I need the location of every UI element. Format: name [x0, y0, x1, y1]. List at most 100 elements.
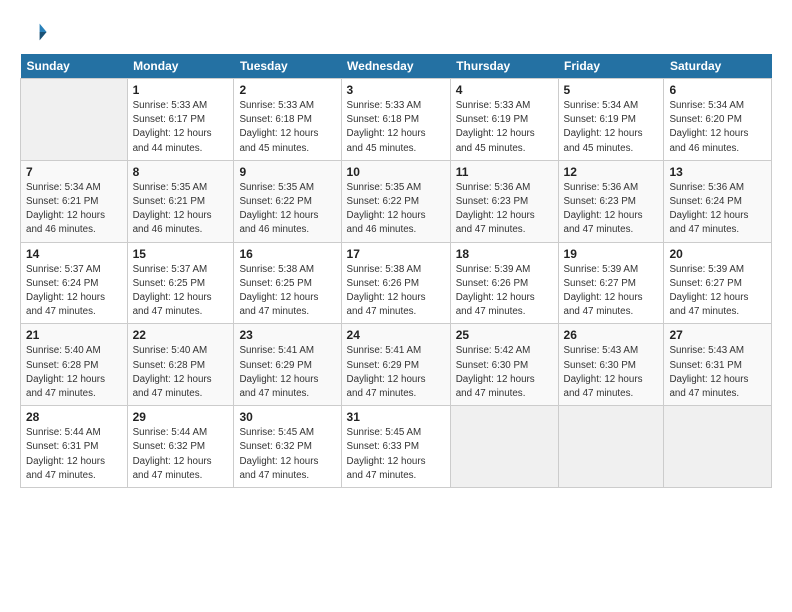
day-number: 16 — [239, 247, 335, 261]
day-number: 31 — [347, 410, 445, 424]
day-info: Sunrise: 5:41 AM Sunset: 6:29 PM Dayligh… — [239, 344, 335, 401]
day-cell — [21, 79, 128, 161]
day-number: 8 — [133, 165, 229, 179]
day-info: Sunrise: 5:37 AM Sunset: 6:24 PM Dayligh… — [26, 263, 122, 320]
day-cell: 31 Sunrise: 5:45 AM Sunset: 6:33 PM Dayli… — [341, 406, 450, 488]
day-info: Sunrise: 5:33 AM Sunset: 6:18 PM Dayligh… — [239, 99, 335, 156]
logo — [20, 18, 52, 46]
day-cell: 13 Sunrise: 5:36 AM Sunset: 6:24 PM Dayli… — [664, 160, 772, 242]
header — [20, 18, 772, 46]
day-number: 19 — [564, 247, 659, 261]
day-cell: 1 Sunrise: 5:33 AM Sunset: 6:17 PM Daylig… — [127, 79, 234, 161]
day-info: Sunrise: 5:33 AM Sunset: 6:18 PM Dayligh… — [347, 99, 445, 156]
day-info: Sunrise: 5:36 AM Sunset: 6:24 PM Dayligh… — [669, 181, 766, 238]
day-cell: 5 Sunrise: 5:34 AM Sunset: 6:19 PM Daylig… — [558, 79, 664, 161]
day-number: 1 — [133, 83, 229, 97]
day-cell: 25 Sunrise: 5:42 AM Sunset: 6:30 PM Dayli… — [450, 324, 558, 406]
day-number: 28 — [26, 410, 122, 424]
week-row-3: 14 Sunrise: 5:37 AM Sunset: 6:24 PM Dayli… — [21, 242, 772, 324]
day-info: Sunrise: 5:45 AM Sunset: 6:32 PM Dayligh… — [239, 426, 335, 483]
day-number: 15 — [133, 247, 229, 261]
day-number: 7 — [26, 165, 122, 179]
day-info: Sunrise: 5:36 AM Sunset: 6:23 PM Dayligh… — [564, 181, 659, 238]
day-info: Sunrise: 5:35 AM Sunset: 6:21 PM Dayligh… — [133, 181, 229, 238]
day-info: Sunrise: 5:39 AM Sunset: 6:27 PM Dayligh… — [564, 263, 659, 320]
day-cell: 15 Sunrise: 5:37 AM Sunset: 6:25 PM Dayli… — [127, 242, 234, 324]
day-info: Sunrise: 5:35 AM Sunset: 6:22 PM Dayligh… — [347, 181, 445, 238]
day-number: 27 — [669, 328, 766, 342]
day-cell: 9 Sunrise: 5:35 AM Sunset: 6:22 PM Daylig… — [234, 160, 341, 242]
day-info: Sunrise: 5:39 AM Sunset: 6:26 PM Dayligh… — [456, 263, 553, 320]
day-cell: 23 Sunrise: 5:41 AM Sunset: 6:29 PM Dayli… — [234, 324, 341, 406]
day-cell: 2 Sunrise: 5:33 AM Sunset: 6:18 PM Daylig… — [234, 79, 341, 161]
day-cell: 22 Sunrise: 5:40 AM Sunset: 6:28 PM Dayli… — [127, 324, 234, 406]
day-info: Sunrise: 5:40 AM Sunset: 6:28 PM Dayligh… — [26, 344, 122, 401]
day-cell: 20Sunrise: 5:39 AM Sunset: 6:27 PM Dayli… — [664, 242, 772, 324]
day-cell: 18 Sunrise: 5:39 AM Sunset: 6:26 PM Dayli… — [450, 242, 558, 324]
day-cell: 30 Sunrise: 5:45 AM Sunset: 6:32 PM Dayli… — [234, 406, 341, 488]
day-number: 13 — [669, 165, 766, 179]
day-cell: 11 Sunrise: 5:36 AM Sunset: 6:23 PM Dayli… — [450, 160, 558, 242]
day-number: 21 — [26, 328, 122, 342]
day-cell: 10 Sunrise: 5:35 AM Sunset: 6:22 PM Dayli… — [341, 160, 450, 242]
day-number: 22 — [133, 328, 229, 342]
day-cell: 6Sunrise: 5:34 AM Sunset: 6:20 PM Daylig… — [664, 79, 772, 161]
day-info: Sunrise: 5:39 AM Sunset: 6:27 PM Dayligh… — [669, 263, 766, 320]
day-cell: 14 Sunrise: 5:37 AM Sunset: 6:24 PM Dayli… — [21, 242, 128, 324]
header-cell-monday: Monday — [127, 54, 234, 79]
day-number: 4 — [456, 83, 553, 97]
day-info: Sunrise: 5:41 AM Sunset: 6:29 PM Dayligh… — [347, 344, 445, 401]
week-row-4: 21 Sunrise: 5:40 AM Sunset: 6:28 PM Dayli… — [21, 324, 772, 406]
day-info: Sunrise: 5:36 AM Sunset: 6:23 PM Dayligh… — [456, 181, 553, 238]
day-number: 12 — [564, 165, 659, 179]
week-row-2: 7 Sunrise: 5:34 AM Sunset: 6:21 PM Daylig… — [21, 160, 772, 242]
calendar-table: SundayMondayTuesdayWednesdayThursdayFrid… — [20, 54, 772, 488]
day-number: 29 — [133, 410, 229, 424]
day-cell: 19 Sunrise: 5:39 AM Sunset: 6:27 PM Dayli… — [558, 242, 664, 324]
day-number: 25 — [456, 328, 553, 342]
page: SundayMondayTuesdayWednesdayThursdayFrid… — [0, 0, 792, 498]
header-cell-thursday: Thursday — [450, 54, 558, 79]
day-number: 18 — [456, 247, 553, 261]
day-info: Sunrise: 5:33 AM Sunset: 6:17 PM Dayligh… — [133, 99, 229, 156]
day-info: Sunrise: 5:34 AM Sunset: 6:20 PM Dayligh… — [669, 99, 766, 156]
header-cell-sunday: Sunday — [21, 54, 128, 79]
day-number: 10 — [347, 165, 445, 179]
day-info: Sunrise: 5:43 AM Sunset: 6:30 PM Dayligh… — [564, 344, 659, 401]
day-cell: 17 Sunrise: 5:38 AM Sunset: 6:26 PM Dayli… — [341, 242, 450, 324]
header-cell-friday: Friday — [558, 54, 664, 79]
day-number: 9 — [239, 165, 335, 179]
day-cell — [558, 406, 664, 488]
day-cell: 28Sunrise: 5:44 AM Sunset: 6:31 PM Dayli… — [21, 406, 128, 488]
day-number: 23 — [239, 328, 335, 342]
day-info: Sunrise: 5:33 AM Sunset: 6:19 PM Dayligh… — [456, 99, 553, 156]
day-cell: 7 Sunrise: 5:34 AM Sunset: 6:21 PM Daylig… — [21, 160, 128, 242]
day-number: 30 — [239, 410, 335, 424]
day-info: Sunrise: 5:34 AM Sunset: 6:19 PM Dayligh… — [564, 99, 659, 156]
day-info: Sunrise: 5:38 AM Sunset: 6:25 PM Dayligh… — [239, 263, 335, 320]
day-number: 2 — [239, 83, 335, 97]
day-info: Sunrise: 5:44 AM Sunset: 6:32 PM Dayligh… — [133, 426, 229, 483]
day-info: Sunrise: 5:45 AM Sunset: 6:33 PM Dayligh… — [347, 426, 445, 483]
header-cell-tuesday: Tuesday — [234, 54, 341, 79]
day-cell: 27 Sunrise: 5:43 AM Sunset: 6:31 PM Dayli… — [664, 324, 772, 406]
day-info: Sunrise: 5:35 AM Sunset: 6:22 PM Dayligh… — [239, 181, 335, 238]
day-info: Sunrise: 5:42 AM Sunset: 6:30 PM Dayligh… — [456, 344, 553, 401]
logo-icon — [20, 18, 48, 46]
day-number: 14 — [26, 247, 122, 261]
day-number: 5 — [564, 83, 659, 97]
day-number: 24 — [347, 328, 445, 342]
day-info: Sunrise: 5:37 AM Sunset: 6:25 PM Dayligh… — [133, 263, 229, 320]
day-number: 11 — [456, 165, 553, 179]
header-cell-wednesday: Wednesday — [341, 54, 450, 79]
week-row-1: 1 Sunrise: 5:33 AM Sunset: 6:17 PM Daylig… — [21, 79, 772, 161]
day-number: 3 — [347, 83, 445, 97]
day-info: Sunrise: 5:43 AM Sunset: 6:31 PM Dayligh… — [669, 344, 766, 401]
day-cell: 12 Sunrise: 5:36 AM Sunset: 6:23 PM Dayli… — [558, 160, 664, 242]
day-info: Sunrise: 5:38 AM Sunset: 6:26 PM Dayligh… — [347, 263, 445, 320]
day-info: Sunrise: 5:40 AM Sunset: 6:28 PM Dayligh… — [133, 344, 229, 401]
day-number: 17 — [347, 247, 445, 261]
day-info: Sunrise: 5:34 AM Sunset: 6:21 PM Dayligh… — [26, 181, 122, 238]
day-cell: 21 Sunrise: 5:40 AM Sunset: 6:28 PM Dayli… — [21, 324, 128, 406]
header-cell-saturday: Saturday — [664, 54, 772, 79]
